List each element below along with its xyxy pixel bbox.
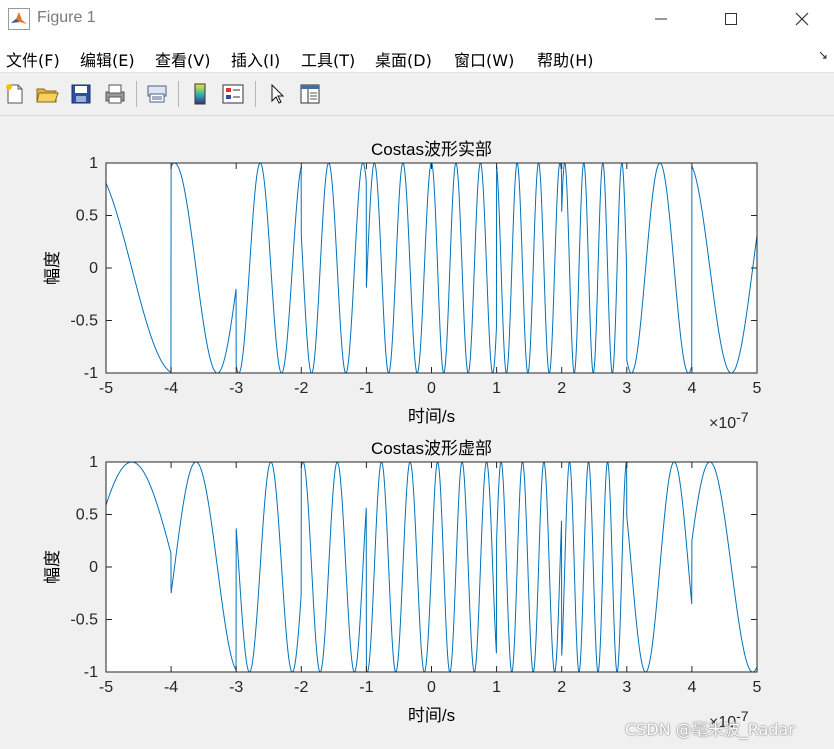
x-tick-label: -3 — [229, 380, 243, 397]
legend-icon — [222, 84, 244, 104]
insert-legend-button[interactable] — [220, 81, 246, 107]
link-plot-button[interactable] — [144, 81, 170, 107]
menu-window[interactable]: 窗口(W) — [454, 47, 514, 71]
menu-bar: 文件(F) 编辑(E) 查看(V) 插入(I) 工具(T) 桌面(D) 窗口(W… — [0, 38, 834, 73]
window-title: Figure 1 — [37, 9, 96, 26]
menu-edit[interactable]: 编辑(E) — [80, 47, 135, 71]
property-inspector-icon — [300, 84, 320, 104]
x-tick-label: -4 — [164, 679, 178, 696]
x-axis-label: 时间/s — [408, 706, 455, 725]
menu-file[interactable]: 文件(F) — [6, 47, 60, 71]
axes-2: -5 -4 -3 -2 -1 0 1 2 3 4 5 1 0.5 0 -0.5 -1 Costas波形虚部时间/… — [43, 439, 762, 731]
new-figure-button[interactable] — [2, 81, 28, 107]
x-tick-label: -2 — [294, 679, 308, 696]
x-tick-label: 0 — [427, 380, 436, 397]
x-tick-label: 2 — [557, 679, 566, 696]
save-button[interactable] — [68, 81, 94, 107]
close-button[interactable] — [782, 6, 822, 32]
toolbar-separator — [255, 81, 256, 107]
toolbar-separator — [136, 81, 137, 107]
toolbar-separator — [178, 81, 179, 107]
x-tick-label: 4 — [687, 679, 696, 696]
x-tick-label: 2 — [557, 380, 566, 397]
save-icon — [71, 84, 91, 104]
x-tick-label: 1 — [492, 679, 501, 696]
y-tick-label: -1 — [84, 664, 98, 681]
x-tick-label: 0 — [427, 679, 436, 696]
insert-colorbar-button[interactable] — [187, 81, 213, 107]
print-icon — [105, 84, 125, 104]
y-tick-label: 1 — [89, 454, 98, 471]
open-folder-icon — [36, 88, 59, 103]
watermark-text: CSDN @毫米波_Radar — [625, 720, 795, 739]
edit-plot-button[interactable] — [264, 81, 290, 107]
chart-title: Costas波形虚部 — [371, 439, 492, 458]
figure-svg: -5 -4 -3 -2 -1 0 1 2 3 4 5 1 0.5 0 -0.5 -1 Costas波形实部时间/… — [43, 140, 762, 731]
x-exponent-label: ×10-7 — [709, 409, 749, 432]
x-tick-label: -4 — [164, 380, 178, 397]
y-tick-label: 0 — [89, 260, 98, 277]
menu-desktop[interactable]: 桌面(D) — [375, 47, 432, 71]
y-axis-label: 幅度 — [43, 550, 62, 584]
plot-background — [106, 163, 757, 373]
menu-tools[interactable]: 工具(T) — [301, 47, 355, 71]
y-tick-label: -1 — [84, 365, 98, 382]
open-file-button[interactable] — [34, 81, 60, 107]
x-tick-label: 3 — [622, 679, 631, 696]
close-icon — [795, 12, 809, 26]
figure-canvas: -5 -4 -3 -2 -1 0 1 2 3 4 5 1 0.5 0 -0.5 -1 Costas波形实部 时间/… — [0, 116, 834, 745]
y-axis-label: 幅度 — [43, 251, 62, 285]
y-tick-label: -0.5 — [70, 612, 98, 629]
maximize-icon — [725, 13, 737, 25]
x-tick-label: 3 — [622, 380, 631, 397]
menu-view[interactable]: 查看(V) — [155, 47, 210, 71]
x-tick-label: 1 — [492, 380, 501, 397]
axes-1: -5 -4 -3 -2 -1 0 1 2 3 4 5 1 0.5 0 -0.5 -1 Costas波形实部时间/… — [43, 140, 762, 432]
x-tick-label: -2 — [294, 380, 308, 397]
menu-help[interactable]: 帮助(H) — [537, 47, 594, 71]
x-tick-label: 5 — [753, 380, 762, 397]
y-tick-label: 0 — [89, 559, 98, 576]
x-axis-label: 时间/s — [408, 407, 455, 426]
x-tick-label: -3 — [229, 679, 243, 696]
link-plot-icon — [147, 85, 167, 103]
x-tick-label: -5 — [99, 679, 113, 696]
y-tick-label: 0.5 — [76, 208, 98, 225]
dock-arrow-icon[interactable]: ↘ — [818, 48, 828, 62]
pointer-icon — [271, 83, 285, 104]
x-tick-label: -1 — [359, 380, 373, 397]
menu-insert[interactable]: 插入(I) — [231, 47, 280, 71]
colorbar-icon — [194, 83, 206, 105]
figure-toolbar — [0, 73, 834, 116]
x-tick-label: 4 — [687, 380, 696, 397]
x-tick-label: -1 — [359, 679, 373, 696]
y-tick-label: 0.5 — [76, 507, 98, 524]
y-tick-label: -0.5 — [70, 313, 98, 330]
new-file-icon — [6, 84, 23, 104]
chart-title: Costas波形实部 — [371, 140, 492, 159]
x-tick-label: -5 — [99, 380, 113, 397]
x-tick-label: 5 — [753, 679, 762, 696]
matlab-logo-icon — [8, 8, 30, 30]
print-button[interactable] — [102, 81, 128, 107]
maximize-button[interactable] — [711, 6, 751, 32]
y-tick-label: 1 — [89, 155, 98, 172]
property-inspector-button[interactable] — [297, 81, 323, 107]
window-titlebar: Figure 1 — [0, 0, 834, 38]
minimize-icon — [655, 18, 667, 20]
minimize-button[interactable] — [641, 6, 681, 32]
x-exponent-power: -7 — [736, 409, 749, 425]
